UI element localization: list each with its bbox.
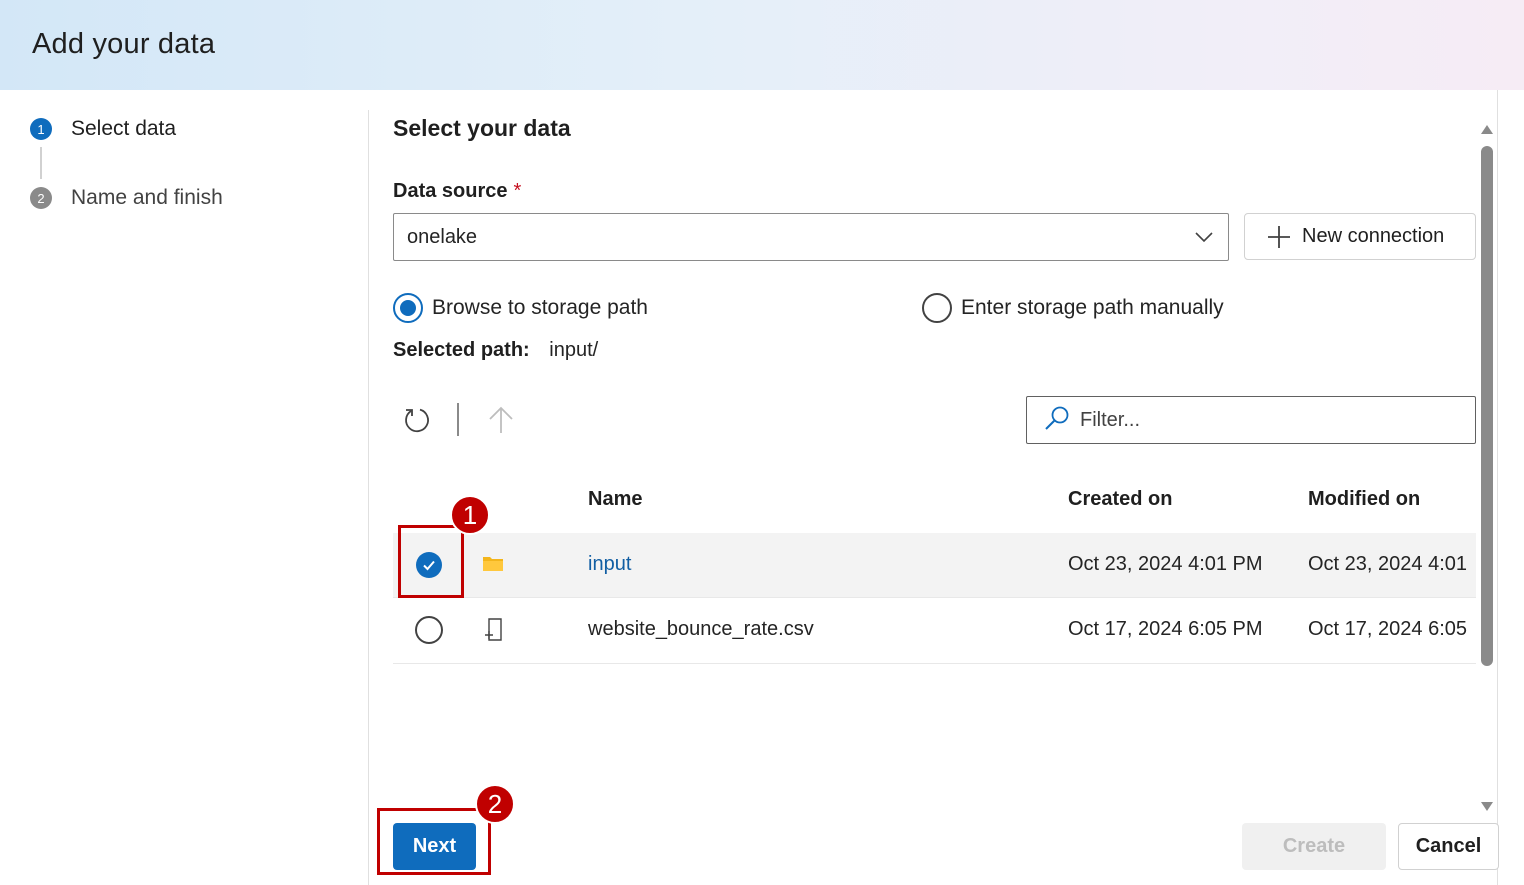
step-label: Name and finish	[71, 186, 223, 209]
selected-path: Selected path: input/	[393, 339, 598, 362]
scroll-up-arrow-icon[interactable]	[1480, 122, 1494, 140]
step-name-and-finish[interactable]: 2 Name and finish	[30, 186, 223, 209]
section-title: Select your data	[393, 115, 571, 141]
radio-enter-path-manually[interactable]: Enter storage path manually	[922, 293, 1224, 323]
table-row[interactable]: website_bounce_rate.csv Oct 17, 2024 6:0…	[393, 598, 1476, 663]
scroll-down-arrow-icon[interactable]	[1480, 800, 1494, 818]
row-created-on: Oct 17, 2024 6:05 PM	[1068, 618, 1263, 640]
search-icon	[1044, 405, 1070, 436]
step-select-data[interactable]: 1 Select data	[30, 117, 176, 140]
cancel-button[interactable]: Cancel	[1398, 823, 1499, 870]
row-unchecked-icon[interactable]	[415, 616, 443, 644]
new-connection-label: New connection	[1302, 225, 1445, 247]
row-divider	[393, 663, 1476, 664]
step-connector	[40, 147, 42, 179]
radio-manual-label: Enter storage path manually	[961, 296, 1224, 319]
row-created-on: Oct 23, 2024 4:01 PM	[1068, 553, 1263, 575]
radio-browse-storage-path[interactable]: Browse to storage path	[393, 293, 648, 323]
radio-selected-indicator	[393, 293, 423, 323]
plus-icon	[1267, 225, 1291, 249]
column-header-created-on[interactable]: Created on	[1068, 488, 1172, 511]
row-modified-on: Oct 17, 2024 6:05	[1308, 618, 1468, 640]
step-number: 1	[30, 118, 52, 140]
radio-unselected-indicator	[922, 293, 952, 323]
step-label: Select data	[71, 117, 177, 140]
step-number: 2	[30, 187, 52, 209]
column-header-name[interactable]: Name	[588, 488, 642, 511]
dialog-title: Add your data	[32, 28, 216, 60]
filter-input-box[interactable]	[1026, 396, 1476, 444]
new-connection-button[interactable]: New connection	[1244, 213, 1476, 260]
create-button[interactable]: Create	[1242, 823, 1386, 870]
row-modified-on: Oct 23, 2024 4:01	[1308, 553, 1468, 575]
radio-browse-label: Browse to storage path	[432, 296, 648, 319]
scrollbar-thumb[interactable]	[1481, 146, 1493, 666]
next-button[interactable]: Next	[393, 823, 476, 870]
refresh-icon[interactable]	[402, 405, 432, 440]
selected-path-value: input/	[549, 339, 599, 361]
column-header-modified-on[interactable]: Modified on	[1308, 488, 1420, 511]
data-source-dropdown[interactable]: onelake	[393, 213, 1229, 261]
row-name-link[interactable]: input	[588, 553, 631, 576]
annotation-badge: 1	[450, 495, 490, 535]
row-name[interactable]: website_bounce_rate.csv	[588, 618, 814, 641]
chevron-down-icon	[1194, 227, 1214, 253]
sidebar-divider	[368, 110, 369, 885]
required-marker: *	[513, 180, 522, 202]
file-icon	[484, 618, 506, 647]
arrow-up-icon[interactable]	[487, 405, 515, 440]
annotation-highlight-checkbox	[398, 525, 464, 598]
dialog-right-edge	[1497, 90, 1498, 885]
annotation-badge: 2	[475, 784, 515, 824]
data-source-label-text: Data source	[393, 180, 508, 202]
selected-path-label: Selected path:	[393, 339, 530, 361]
dialog-header: Add your data	[0, 0, 1524, 90]
data-source-value: onelake	[407, 225, 478, 248]
filter-input[interactable]	[1080, 408, 1460, 432]
table-row[interactable]: input Oct 23, 2024 4:01 PM Oct 23, 2024 …	[393, 533, 1476, 598]
toolbar-separator	[457, 403, 459, 436]
data-source-label: Data source *	[393, 180, 521, 203]
folder-icon	[482, 555, 504, 578]
